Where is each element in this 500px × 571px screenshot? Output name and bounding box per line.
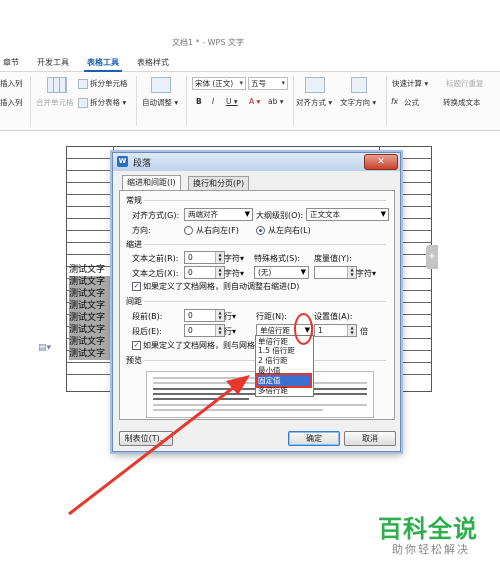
watermark-logo: 百科全说 (378, 515, 478, 543)
watermark-tagline: 助你轻松解决 (392, 543, 470, 556)
annotation-arrow-icon (68, 375, 250, 516)
